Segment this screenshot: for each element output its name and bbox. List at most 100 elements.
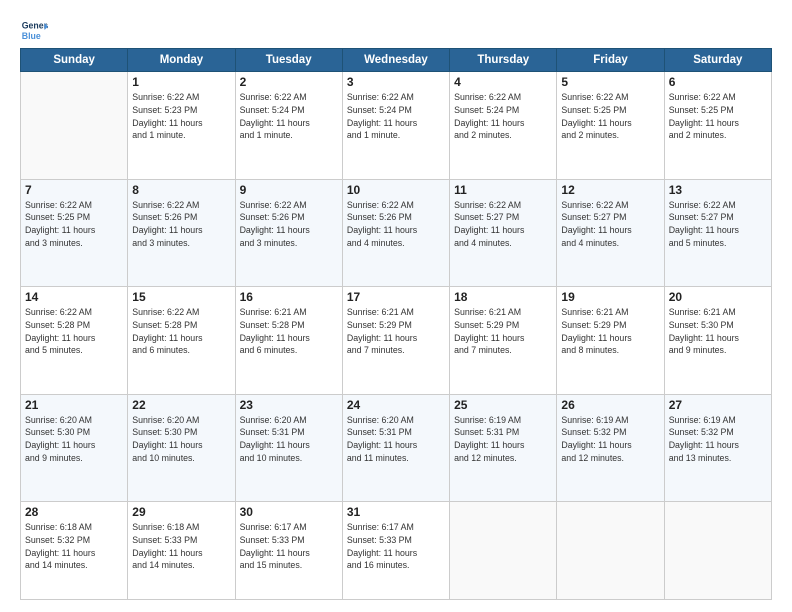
day-detail: Sunrise: 6:22 AM Sunset: 5:24 PM Dayligh… (240, 91, 338, 142)
calendar-cell: 26 Sunrise: 6:19 AM Sunset: 5:32 PM Dayli… (557, 394, 664, 502)
day-number: 4 (454, 75, 552, 89)
calendar-cell: 20 Sunrise: 6:21 AM Sunset: 5:30 PM Dayli… (664, 287, 771, 395)
calendar-week-row: 14 Sunrise: 6:22 AM Sunset: 5:28 PM Dayli… (21, 287, 772, 395)
day-number: 3 (347, 75, 445, 89)
day-number: 24 (347, 398, 445, 412)
day-number: 19 (561, 290, 659, 304)
calendar-cell: 22 Sunrise: 6:20 AM Sunset: 5:30 PM Dayli… (128, 394, 235, 502)
day-header-friday: Friday (557, 49, 664, 72)
page: General Blue SundayMondayTuesdayWednesda… (0, 0, 792, 612)
calendar-cell: 9 Sunrise: 6:22 AM Sunset: 5:26 PM Daylig… (235, 179, 342, 287)
calendar-cell: 27 Sunrise: 6:19 AM Sunset: 5:32 PM Dayli… (664, 394, 771, 502)
calendar-cell: 29 Sunrise: 6:18 AM Sunset: 5:33 PM Dayli… (128, 502, 235, 600)
day-number: 23 (240, 398, 338, 412)
calendar-week-row: 21 Sunrise: 6:20 AM Sunset: 5:30 PM Dayli… (21, 394, 772, 502)
day-detail: Sunrise: 6:22 AM Sunset: 5:25 PM Dayligh… (669, 91, 767, 142)
day-number: 9 (240, 183, 338, 197)
day-detail: Sunrise: 6:19 AM Sunset: 5:32 PM Dayligh… (669, 414, 767, 465)
calendar-cell (450, 502, 557, 600)
day-detail: Sunrise: 6:18 AM Sunset: 5:33 PM Dayligh… (132, 521, 230, 572)
day-number: 2 (240, 75, 338, 89)
calendar-cell: 12 Sunrise: 6:22 AM Sunset: 5:27 PM Dayli… (557, 179, 664, 287)
calendar-week-row: 1 Sunrise: 6:22 AM Sunset: 5:23 PM Daylig… (21, 72, 772, 180)
day-header-wednesday: Wednesday (342, 49, 449, 72)
day-detail: Sunrise: 6:22 AM Sunset: 5:26 PM Dayligh… (132, 199, 230, 250)
calendar-cell: 11 Sunrise: 6:22 AM Sunset: 5:27 PM Dayli… (450, 179, 557, 287)
day-detail: Sunrise: 6:21 AM Sunset: 5:28 PM Dayligh… (240, 306, 338, 357)
calendar-cell: 13 Sunrise: 6:22 AM Sunset: 5:27 PM Dayli… (664, 179, 771, 287)
day-number: 30 (240, 505, 338, 519)
day-detail: Sunrise: 6:17 AM Sunset: 5:33 PM Dayligh… (347, 521, 445, 572)
day-header-sunday: Sunday (21, 49, 128, 72)
calendar-cell: 25Sunrise: 6:19 AM Sunset: 5:31 PM Dayli… (450, 394, 557, 502)
day-number: 15 (132, 290, 230, 304)
day-detail: Sunrise: 6:17 AM Sunset: 5:33 PM Dayligh… (240, 521, 338, 572)
day-header-saturday: Saturday (664, 49, 771, 72)
day-number: 27 (669, 398, 767, 412)
calendar-cell: 4 Sunrise: 6:22 AM Sunset: 5:24 PM Daylig… (450, 72, 557, 180)
calendar-cell: 3 Sunrise: 6:22 AM Sunset: 5:24 PM Daylig… (342, 72, 449, 180)
day-detail: Sunrise: 6:22 AM Sunset: 5:27 PM Dayligh… (454, 199, 552, 250)
day-detail: Sunrise: 6:21 AM Sunset: 5:29 PM Dayligh… (561, 306, 659, 357)
day-number: 25 (454, 398, 552, 412)
day-number: 7 (25, 183, 123, 197)
day-number: 10 (347, 183, 445, 197)
header: General Blue (20, 16, 772, 44)
calendar-cell: 10 Sunrise: 6:22 AM Sunset: 5:26 PM Dayli… (342, 179, 449, 287)
day-detail: Sunrise: 6:22 AM Sunset: 5:23 PM Dayligh… (132, 91, 230, 142)
day-detail: Sunrise: 6:22 AM Sunset: 5:27 PM Dayligh… (561, 199, 659, 250)
day-detail: Sunrise: 6:22 AM Sunset: 5:27 PM Dayligh… (669, 199, 767, 250)
day-detail: Sunrise: 6:20 AM Sunset: 5:31 PM Dayligh… (347, 414, 445, 465)
calendar-cell: 23 Sunrise: 6:20 AM Sunset: 5:31 PM Dayli… (235, 394, 342, 502)
day-detail: Sunrise: 6:22 AM Sunset: 5:25 PM Dayligh… (561, 91, 659, 142)
day-detail: Sunrise: 6:22 AM Sunset: 5:28 PM Dayligh… (25, 306, 123, 357)
calendar-cell: 18Sunrise: 6:21 AM Sunset: 5:29 PM Dayli… (450, 287, 557, 395)
logo: General Blue (20, 16, 48, 44)
day-detail: Sunrise: 6:20 AM Sunset: 5:30 PM Dayligh… (132, 414, 230, 465)
day-number: 11 (454, 183, 552, 197)
day-number: 16 (240, 290, 338, 304)
svg-text:General: General (22, 20, 48, 30)
day-detail: Sunrise: 6:21 AM Sunset: 5:30 PM Dayligh… (669, 306, 767, 357)
day-detail: Sunrise: 6:19 AM Sunset: 5:32 PM Dayligh… (561, 414, 659, 465)
svg-text:Blue: Blue (22, 31, 41, 41)
calendar-week-row: 28Sunrise: 6:18 AM Sunset: 5:32 PM Dayli… (21, 502, 772, 600)
day-header-monday: Monday (128, 49, 235, 72)
day-detail: Sunrise: 6:22 AM Sunset: 5:24 PM Dayligh… (454, 91, 552, 142)
day-detail: Sunrise: 6:21 AM Sunset: 5:29 PM Dayligh… (347, 306, 445, 357)
day-header-thursday: Thursday (450, 49, 557, 72)
logo-icon: General Blue (20, 16, 48, 44)
day-number: 12 (561, 183, 659, 197)
calendar-cell (664, 502, 771, 600)
day-number: 29 (132, 505, 230, 519)
calendar-cell: 16 Sunrise: 6:21 AM Sunset: 5:28 PM Dayli… (235, 287, 342, 395)
day-number: 8 (132, 183, 230, 197)
calendar-cell: 15 Sunrise: 6:22 AM Sunset: 5:28 PM Dayli… (128, 287, 235, 395)
calendar-cell: 24 Sunrise: 6:20 AM Sunset: 5:31 PM Dayli… (342, 394, 449, 502)
day-number: 21 (25, 398, 123, 412)
day-number: 18 (454, 290, 552, 304)
day-number: 20 (669, 290, 767, 304)
calendar-cell (557, 502, 664, 600)
calendar-cell: 1 Sunrise: 6:22 AM Sunset: 5:23 PM Daylig… (128, 72, 235, 180)
calendar-cell: 28Sunrise: 6:18 AM Sunset: 5:32 PM Dayli… (21, 502, 128, 600)
day-number: 5 (561, 75, 659, 89)
day-number: 14 (25, 290, 123, 304)
day-number: 13 (669, 183, 767, 197)
day-detail: Sunrise: 6:22 AM Sunset: 5:24 PM Dayligh… (347, 91, 445, 142)
day-number: 26 (561, 398, 659, 412)
calendar-cell: 31 Sunrise: 6:17 AM Sunset: 5:33 PM Dayli… (342, 502, 449, 600)
day-detail: Sunrise: 6:22 AM Sunset: 5:26 PM Dayligh… (347, 199, 445, 250)
day-number: 1 (132, 75, 230, 89)
day-number: 31 (347, 505, 445, 519)
day-detail: Sunrise: 6:22 AM Sunset: 5:25 PM Dayligh… (25, 199, 123, 250)
day-detail: Sunrise: 6:22 AM Sunset: 5:26 PM Dayligh… (240, 199, 338, 250)
day-number: 22 (132, 398, 230, 412)
calendar-cell: 8 Sunrise: 6:22 AM Sunset: 5:26 PM Daylig… (128, 179, 235, 287)
day-number: 28 (25, 505, 123, 519)
day-detail: Sunrise: 6:22 AM Sunset: 5:28 PM Dayligh… (132, 306, 230, 357)
day-detail: Sunrise: 6:20 AM Sunset: 5:31 PM Dayligh… (240, 414, 338, 465)
calendar-cell: 14 Sunrise: 6:22 AM Sunset: 5:28 PM Dayli… (21, 287, 128, 395)
calendar-cell: 2 Sunrise: 6:22 AM Sunset: 5:24 PM Daylig… (235, 72, 342, 180)
day-detail: Sunrise: 6:20 AM Sunset: 5:30 PM Dayligh… (25, 414, 123, 465)
